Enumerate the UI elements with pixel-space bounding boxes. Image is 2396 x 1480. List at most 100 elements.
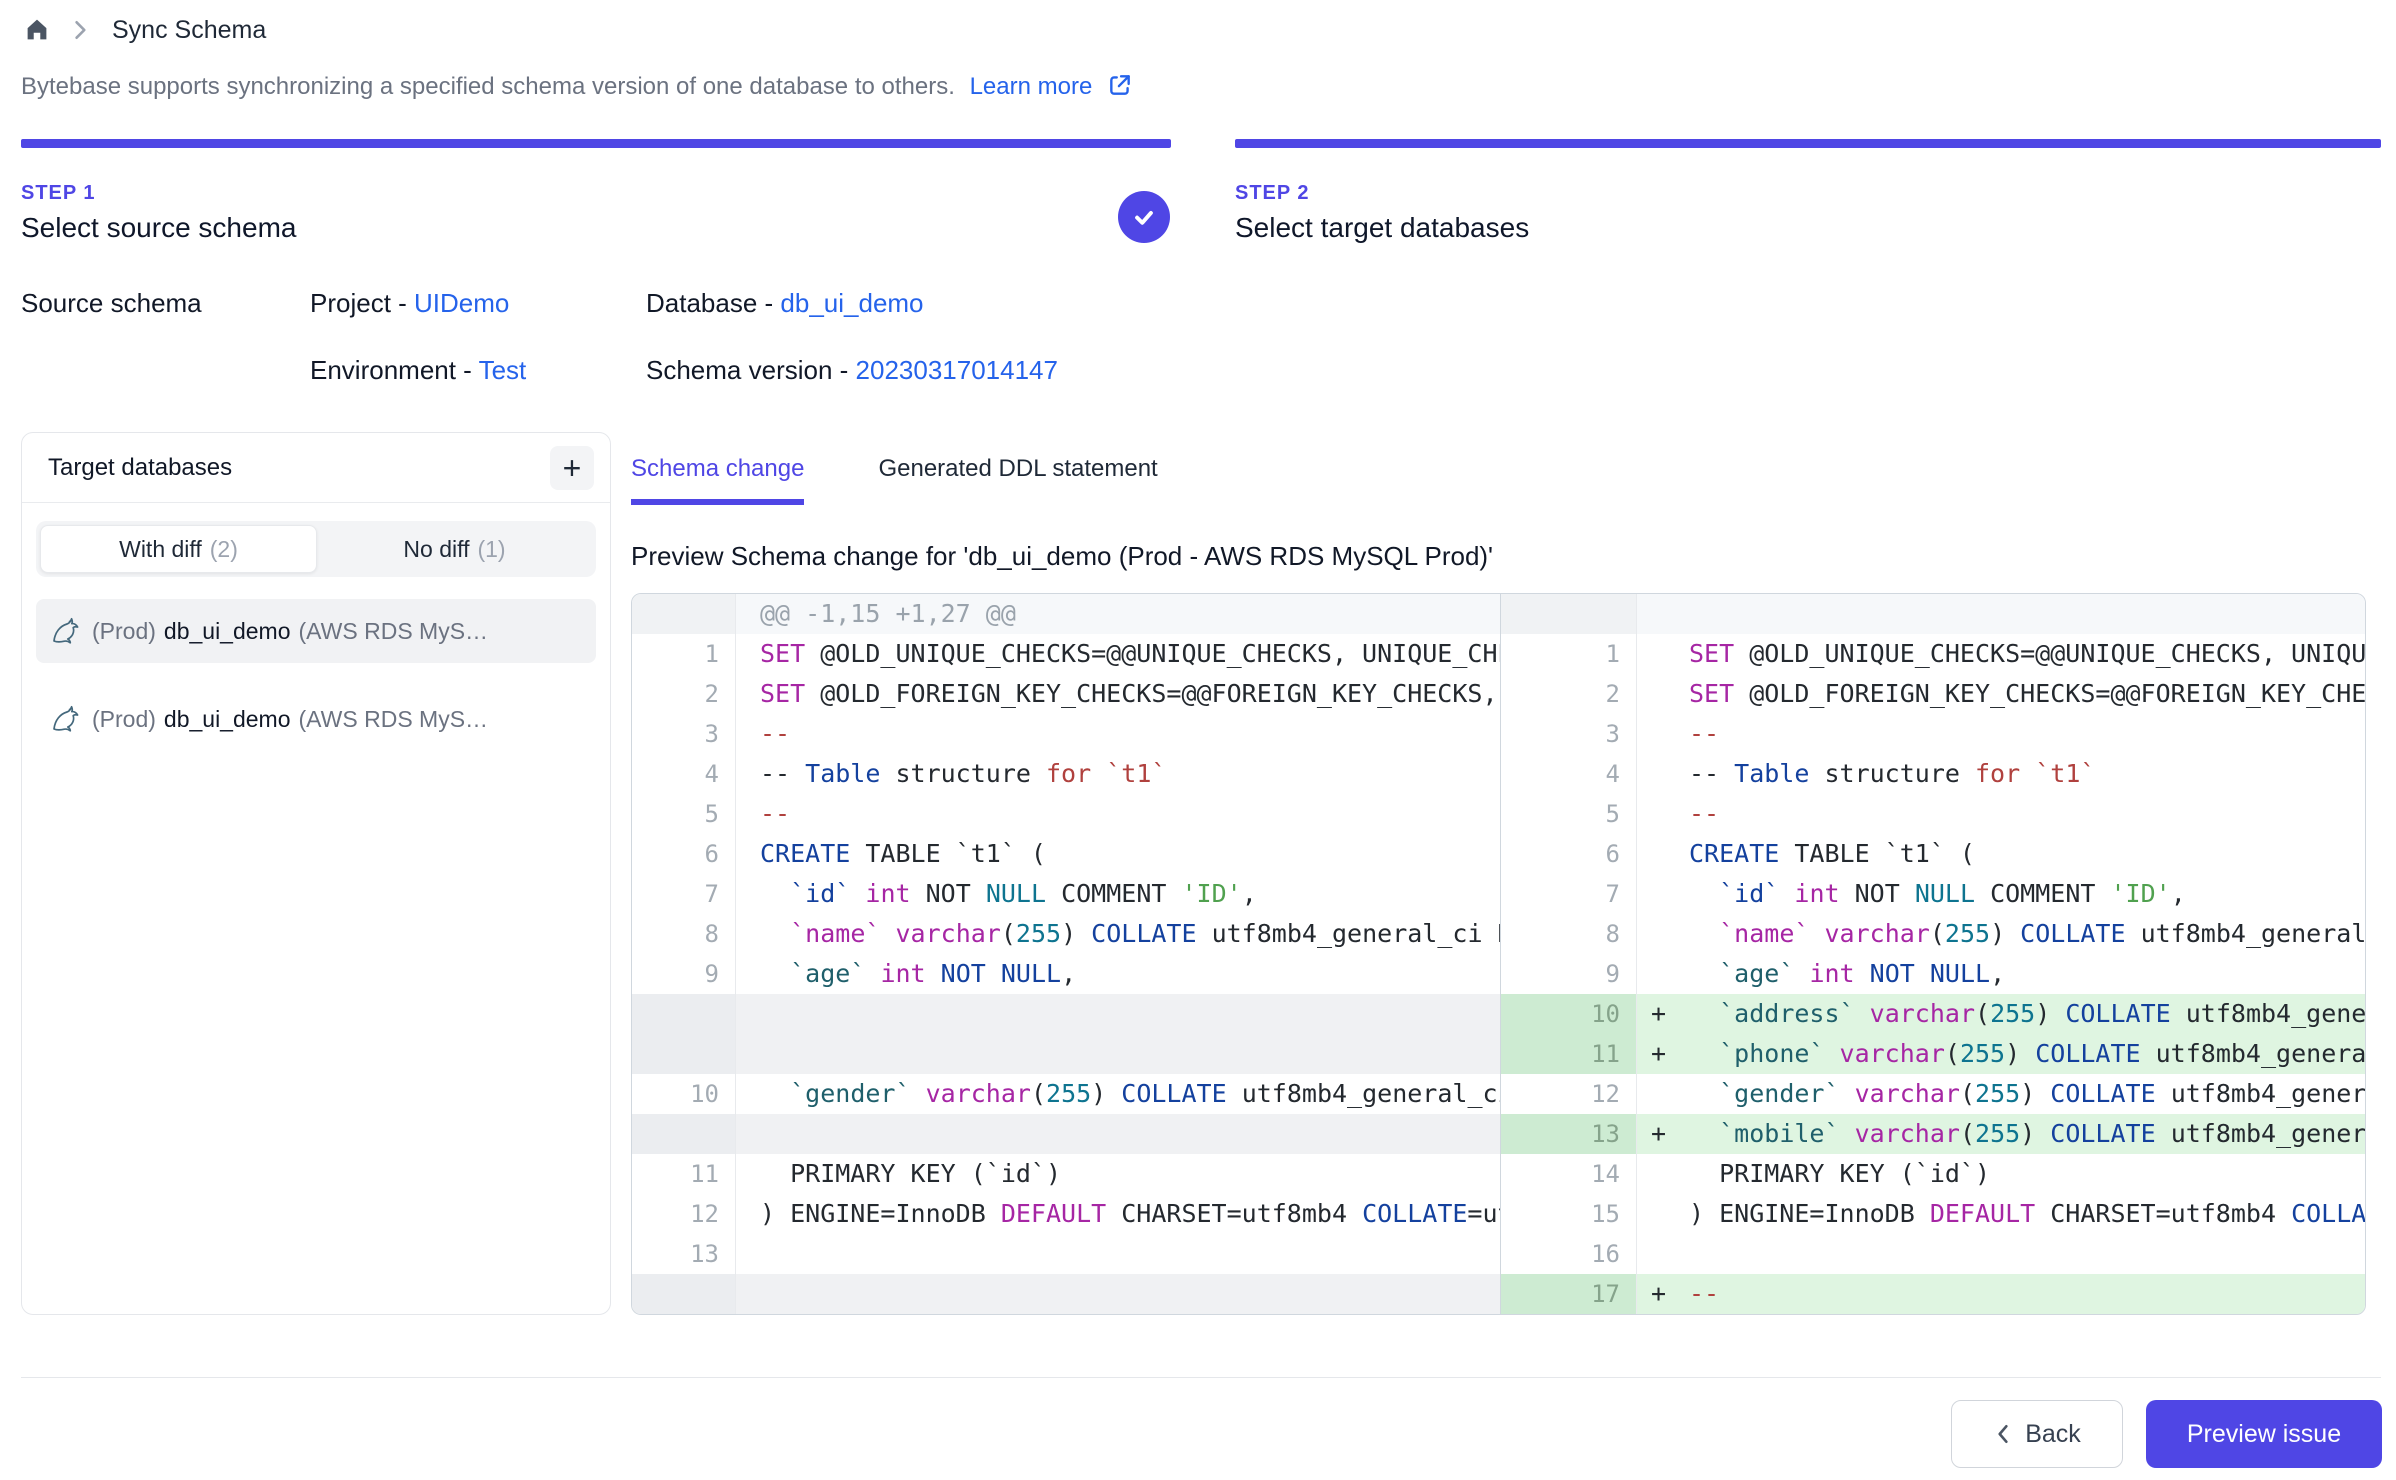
code-token: `address`: [1719, 999, 1854, 1028]
code-line: SET @OLD_UNIQUE_CHECKS=@@UNIQUE_CHECKS, …: [1637, 634, 2366, 674]
code-token: [1689, 959, 1719, 988]
diff-code-row: 17+--: [1501, 1274, 2366, 1314]
diff-code-row: 4 -- Table structure for `t1`: [1501, 754, 2366, 794]
source-schema-version: Schema version - 20230317014147: [646, 355, 1058, 386]
learn-more-link[interactable]: Learn more: [970, 73, 1093, 100]
diff-code-row: 13+ `mobile` varchar(255) COLLATE utf8mb…: [1501, 1114, 2366, 1154]
code-token: ,: [1242, 879, 1257, 908]
code-line: `age` int NOT NULL,: [736, 954, 1500, 994]
code-token: `age`: [1719, 959, 1794, 988]
mysql-dolphin-icon: [50, 615, 82, 647]
schema-version-label: Schema version -: [646, 355, 856, 385]
code-token: varchar: [926, 1079, 1031, 1108]
code-token: [911, 1079, 926, 1108]
line-number: 6: [1501, 834, 1637, 874]
preview-issue-button[interactable]: Preview issue: [2146, 1400, 2382, 1468]
with-diff-label: With diff: [119, 536, 202, 563]
code-token: (: [1975, 999, 1990, 1028]
code-line: `gender` varchar(255) COLLATE utf8mb4_ge…: [736, 1074, 1500, 1114]
line-number: 9: [632, 954, 736, 994]
target-databases-header: Target databases +: [22, 433, 610, 503]
diff-code-row: 3 --: [1501, 714, 2366, 754]
code-token: [1779, 879, 1794, 908]
code-token: (: [1960, 1119, 1975, 1148]
schema-version-link[interactable]: 20230317014147: [856, 355, 1058, 385]
code-token: (: [1945, 1039, 1960, 1068]
line-number: [632, 594, 736, 634]
line-number: [632, 1114, 736, 1154]
diff-gap-row: [632, 1034, 1500, 1074]
add-target-database-button[interactable]: +: [550, 446, 594, 490]
code-token: (: [1001, 919, 1016, 948]
target-db-list-item[interactable]: (Prod) db_ui_demo (AWS RDS MyS…: [36, 599, 596, 663]
code-line: `age` int NOT NULL,: [1637, 954, 2366, 994]
code-token: @OLD_FOREIGN_KEY_CHECKS=@@FOREIGN_KEY_CH…: [1734, 679, 2366, 708]
code-token: int: [865, 879, 910, 908]
code-line: --: [736, 794, 1500, 834]
external-link-icon[interactable]: [1107, 77, 1133, 104]
code-token: 255: [1945, 919, 1990, 948]
code-token: varchar: [1855, 1119, 1960, 1148]
line-number: 12: [1501, 1074, 1637, 1114]
code-token: ): [2035, 999, 2065, 1028]
code-token: [1855, 959, 1870, 988]
code-token: `gender`: [790, 1079, 910, 1108]
line-number: 10: [632, 1074, 736, 1114]
project-link[interactable]: UIDemo: [414, 288, 509, 318]
home-icon[interactable]: [22, 14, 52, 49]
with-diff-count: (2): [210, 536, 238, 563]
project-label: Project -: [310, 288, 414, 318]
environment-link[interactable]: Test: [479, 355, 527, 385]
added-line-marker: +: [1637, 994, 1689, 1034]
tab-no-diff[interactable]: No diff (1): [317, 525, 592, 573]
code-token: (: [1031, 1079, 1046, 1108]
code-token: NOT NULL: [941, 959, 1061, 988]
code-token: [2020, 759, 2035, 788]
code-token: `age`: [790, 959, 865, 988]
code-line: CREATE TABLE `t1` (: [1637, 834, 2366, 874]
database-link[interactable]: db_ui_demo: [780, 288, 923, 318]
code-token: NOT NULL: [1870, 959, 1990, 988]
schema-diff-viewer[interactable]: @@ -1,15 +1,27 @@1SET @OLD_UNIQUE_CHECKS…: [631, 593, 2366, 1315]
diff-code-row: 10 `gender` varchar(255) COLLATE utf8mb4…: [632, 1074, 1500, 1114]
step1-title: Select source schema: [21, 212, 296, 244]
code-token: ): [1091, 1079, 1121, 1108]
code-token: COLLATE: [2035, 1039, 2140, 1068]
code-line: + `mobile` varchar(255) COLLATE utf8mb4_…: [1637, 1114, 2366, 1154]
code-token: NOT: [911, 879, 986, 908]
code-line: [736, 1274, 1500, 1314]
code-token: [1794, 959, 1809, 988]
code-token: SET: [1689, 679, 1734, 708]
step2-progress-bar: [1235, 139, 2381, 148]
code-token: CREATE: [760, 839, 850, 868]
code-token: ,: [1061, 959, 1076, 988]
environment-label: Environment -: [310, 355, 479, 385]
target-db-list-item[interactable]: (Prod) db_ui_demo (AWS RDS MyS…: [36, 687, 596, 751]
code-line: + `phone` varchar(255) COLLATE utf8mb4_g…: [1637, 1034, 2366, 1074]
code-line: [1637, 1234, 2366, 1274]
code-token: int: [1794, 879, 1839, 908]
code-token: `mobile`: [1719, 1119, 1839, 1148]
code-token: NULL: [1915, 879, 1975, 908]
tab-generated-ddl[interactable]: Generated DDL statement: [878, 455, 1157, 505]
line-number: [632, 1274, 736, 1314]
code-line: [1637, 594, 2366, 634]
db-name: db_ui_demo: [164, 706, 291, 733]
code-token: [1689, 919, 1719, 948]
line-number: 7: [632, 874, 736, 914]
code-token: SET: [760, 679, 805, 708]
code-line: [736, 1114, 1500, 1154]
code-token: --: [1689, 759, 1734, 788]
tab-schema-change[interactable]: Schema change: [631, 455, 804, 505]
back-button[interactable]: Back: [1951, 1400, 2123, 1468]
diff-code-row: 6 CREATE TABLE `t1` (: [1501, 834, 2366, 874]
code-token: [760, 919, 790, 948]
code-token: 255: [1975, 1079, 2020, 1108]
code-line: @@ -1,15 +1,27 @@: [736, 594, 1500, 634]
code-token: COLLATE: [1091, 919, 1196, 948]
code-token: [1689, 1079, 1719, 1108]
tab-with-diff[interactable]: With diff (2): [40, 525, 317, 573]
code-token: CHARSET=utf8mb4: [2035, 1199, 2291, 1228]
code-token: ): [2005, 1039, 2035, 1068]
code-token: utf8mb4_general_ci DEFAULT NULL,: [2171, 999, 2366, 1028]
